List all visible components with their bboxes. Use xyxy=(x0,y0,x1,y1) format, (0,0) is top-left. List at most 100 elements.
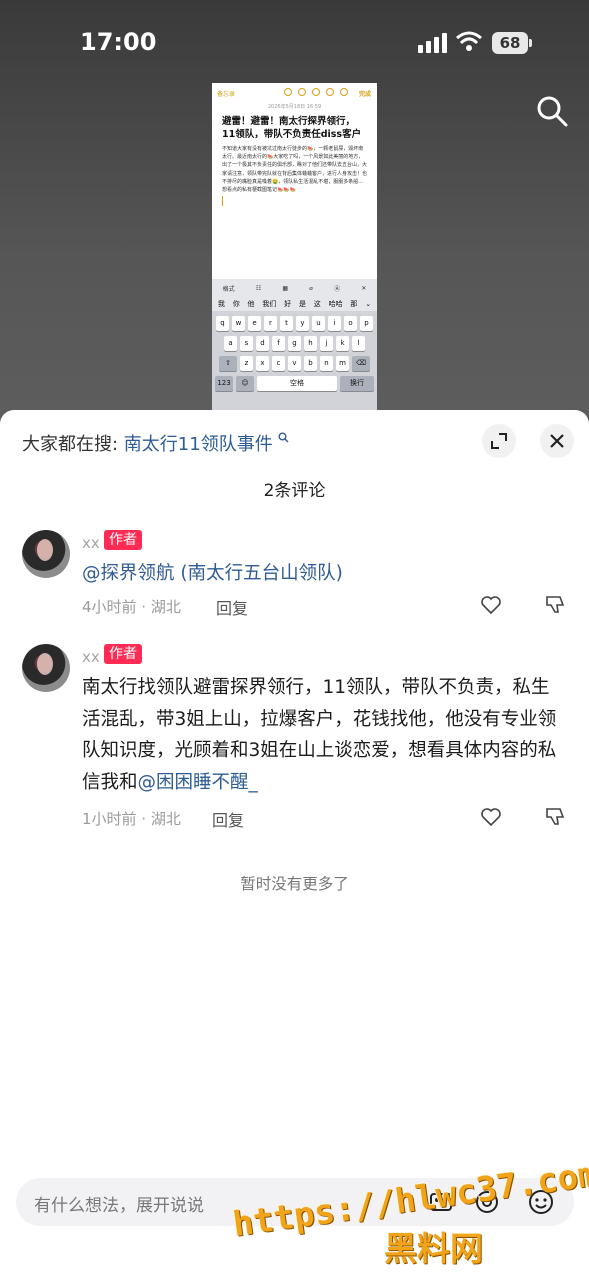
dislike-icon[interactable] xyxy=(544,594,566,616)
key: n xyxy=(320,356,333,371)
mention-link[interactable]: @困困睡不醒_ xyxy=(138,772,258,793)
candidate: 这 xyxy=(313,300,321,308)
comment-text: 南太行找领队避雷探界领行，11领队，带队不负责，私生活混乱，带3姐上山，拉爆客户… xyxy=(82,672,562,798)
background-preview: 17:00 68 备忘录 完成 2026年5月18日 16:59 避雷！避雷！南… xyxy=(0,0,589,430)
comment-meta: 1小时前 · 湖北 xyxy=(82,810,181,828)
expand-icon xyxy=(491,433,507,449)
reply-button[interactable]: 回复 xyxy=(212,807,244,831)
key-row-2: a s d f g h j k l xyxy=(212,336,377,351)
key: r xyxy=(264,316,277,331)
comment-input-placeholder: 有什么想法，展开说说 xyxy=(34,1196,204,1216)
like-icon[interactable] xyxy=(480,594,502,616)
key: y xyxy=(296,316,309,331)
emoji-key: ☺ xyxy=(236,376,254,391)
close-icon xyxy=(550,434,564,448)
comment-item: xx 作者 @探界领航 (南太行五台山领队) 4小时前 · 湖北 回复 xyxy=(0,530,589,620)
key: l xyxy=(352,336,365,351)
wifi-icon xyxy=(456,31,482,51)
mention-link[interactable]: @探界领航 (南太行五台山领队) xyxy=(82,563,343,584)
notes-icon xyxy=(298,88,306,96)
key: s xyxy=(240,336,253,351)
space-key: 空格 xyxy=(257,376,337,391)
key: x xyxy=(256,356,269,371)
search-icon[interactable] xyxy=(535,94,569,128)
author-badge: 作者 xyxy=(104,644,142,664)
comment-username[interactable]: xx xyxy=(82,648,100,666)
comment-sheet: 大家都在搜: 南太行11领队事件 2条评论 xx 作者 @探界领航 (南太行五台… xyxy=(0,410,589,1280)
avatar[interactable] xyxy=(22,530,70,578)
no-more-text: 暂时没有更多了 xyxy=(240,875,349,893)
avatar-face xyxy=(37,539,53,561)
key: o xyxy=(344,316,357,331)
candidate: 好 xyxy=(284,300,292,308)
key: m xyxy=(336,356,349,371)
notes-back-link: 备忘录 xyxy=(217,91,236,98)
battery-indicator: 68 xyxy=(492,32,532,54)
avatar[interactable] xyxy=(22,644,70,692)
kb-tool: ▦ xyxy=(282,284,289,292)
key: p xyxy=(360,316,373,331)
candidate: 你 xyxy=(232,300,240,308)
kb-tool: ⌀ xyxy=(309,284,313,292)
key-row-3: ⇧ z x c v b n m ⌫ xyxy=(212,356,377,371)
shift-key: ⇧ xyxy=(219,356,237,371)
expand-button[interactable] xyxy=(482,424,516,458)
key: a xyxy=(224,336,237,351)
candidate: 哈哈 xyxy=(328,300,343,308)
notes-done-link: 完成 xyxy=(358,91,371,98)
status-bar: 17:00 68 xyxy=(0,0,589,86)
battery-level: 68 xyxy=(492,32,528,54)
numbers-key: 123 xyxy=(215,376,233,391)
close-button[interactable] xyxy=(540,424,574,458)
key: e xyxy=(248,316,261,331)
key: i xyxy=(328,316,341,331)
trending-search-prefix: 大家都在搜: xyxy=(22,434,124,455)
notes-title: 避雷！避雷！南太行探界领行，11领队，带队不负责任diss客户 xyxy=(222,116,362,140)
key-row-1: q w e r t y u i o p xyxy=(212,316,377,331)
battery-tip xyxy=(529,39,532,47)
key: f xyxy=(272,336,285,351)
key: v xyxy=(288,356,301,371)
trending-search[interactable]: 大家都在搜: 南太行11领队事件 xyxy=(22,430,289,456)
keyboard-toolbar: 格式 ☷ ▦ ⌀ Ⓐ ✕ xyxy=(212,279,377,297)
candidate: 我 xyxy=(217,300,225,308)
backspace-key: ⌫ xyxy=(352,356,370,371)
dislike-icon[interactable] xyxy=(544,806,566,828)
key: k xyxy=(336,336,349,351)
attached-screenshot[interactable]: 备忘录 完成 2026年5月18日 16:59 避雷！避雷！南太行探界领行，11… xyxy=(212,83,377,410)
key: u xyxy=(312,316,325,331)
like-icon[interactable] xyxy=(480,806,502,828)
keyboard: 格式 ☷ ▦ ⌀ Ⓐ ✕ 我 你 他 我们 好 是 这 哈哈 那 ⌄ q w e… xyxy=(212,279,377,410)
avatar-face xyxy=(37,653,53,675)
comment-meta: 4小时前 · 湖北 xyxy=(82,598,181,616)
candidate: ⌄ xyxy=(365,300,372,308)
notes-icon xyxy=(312,88,320,96)
candidate: 那 xyxy=(350,300,358,308)
key: b xyxy=(304,356,317,371)
notes-icon xyxy=(340,88,348,96)
notes-date: 2026年5月18日 16:59 xyxy=(267,104,322,110)
key: d xyxy=(256,336,269,351)
notes-header: 备忘录 完成 xyxy=(212,83,377,103)
reply-button[interactable]: 回复 xyxy=(216,595,248,619)
candidate: 他 xyxy=(247,300,255,308)
key: w xyxy=(232,316,245,331)
key: c xyxy=(272,356,285,371)
key-row-4: 123 ☺ 空格 换行 xyxy=(212,376,377,391)
key: t xyxy=(280,316,293,331)
kb-tool: Ⓐ xyxy=(334,285,341,293)
kb-tool: 格式 xyxy=(222,285,235,293)
candidate-bar: 我 你 他 我们 好 是 这 哈哈 那 ⌄ xyxy=(212,297,377,311)
key: j xyxy=(320,336,333,351)
comment-count: 2条评论 xyxy=(263,481,326,501)
notes-body: 不知道大家有没有被坑过南太行徒步的🍉，一颗老鼠屎，毁坏南太行。最近南太行的🍉大家… xyxy=(222,146,368,194)
notes-icon xyxy=(326,88,334,96)
status-time: 17:00 xyxy=(80,28,157,56)
key: z xyxy=(240,356,253,371)
search-icon xyxy=(278,432,289,443)
return-key: 换行 xyxy=(340,376,374,391)
watermark-name: 黑料网 xyxy=(384,1229,483,1268)
candidate: 我们 xyxy=(262,300,277,308)
comment-username[interactable]: xx xyxy=(82,534,100,552)
trending-search-query[interactable]: 南太行11领队事件 xyxy=(124,434,273,455)
